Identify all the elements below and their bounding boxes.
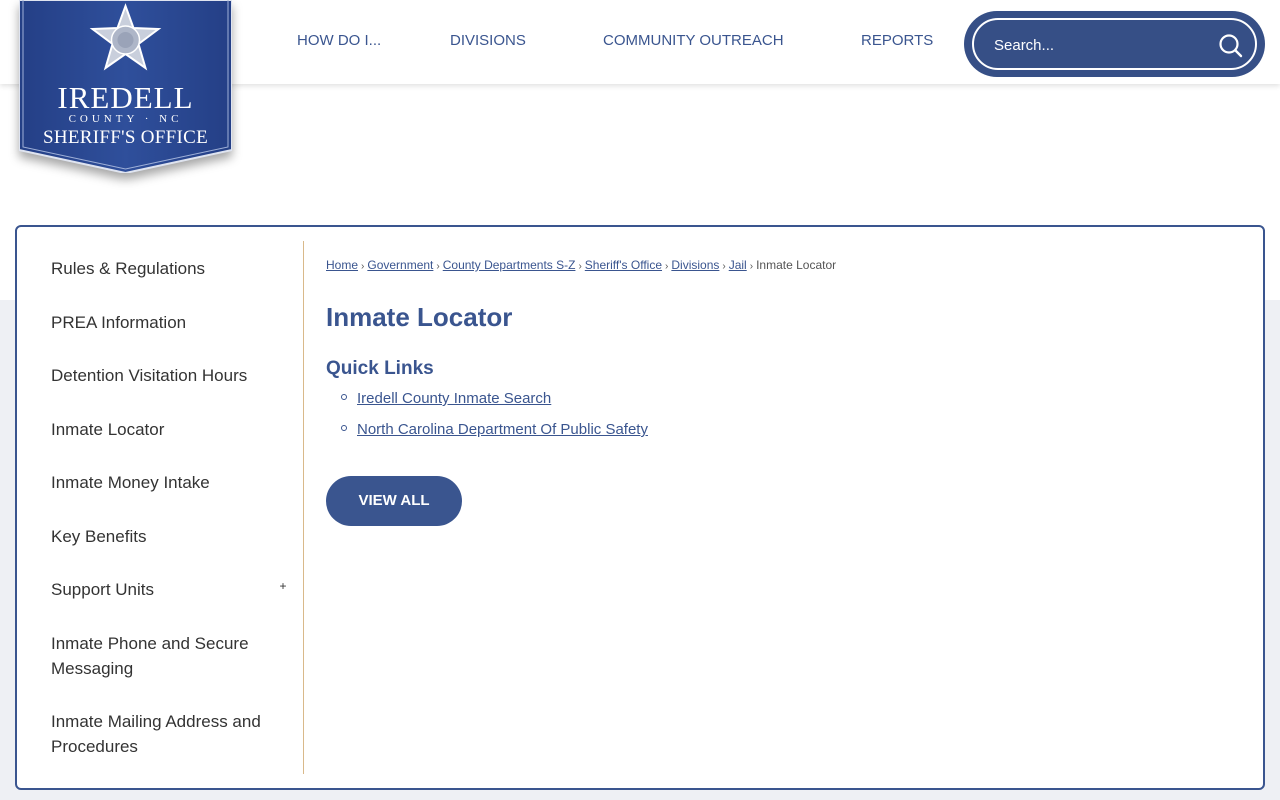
sidebar-item-rules-regulations[interactable]: Rules & Regulations — [51, 256, 261, 281]
breadcrumb-link-jail[interactable]: Jail — [729, 258, 747, 272]
quick-link-inmate-search[interactable]: Iredell County Inmate Search — [357, 390, 551, 407]
nav-reports[interactable]: REPORTS — [861, 32, 933, 49]
breadcrumb-current: Inmate Locator — [756, 258, 837, 272]
breadcrumb-separator: › — [665, 261, 669, 272]
breadcrumb-separator: › — [361, 261, 365, 272]
search-field-frame — [972, 18, 1257, 70]
nav-how-do-i[interactable]: HOW DO I... — [297, 32, 381, 49]
sidebar-item-prea-information[interactable]: PREA Information — [51, 310, 261, 335]
breadcrumb-link-government[interactable]: Government — [367, 258, 433, 272]
nav-community-outreach[interactable]: COMMUNITY OUTREACH — [603, 32, 784, 49]
quick-links-heading: Quick Links — [326, 358, 434, 379]
sidebar-nav: Rules & Regulations PREA Information Det… — [17, 227, 305, 788]
view-all-button[interactable]: VIEW ALL — [326, 476, 462, 526]
sidebar-item-key-benefits[interactable]: Key Benefits — [51, 524, 261, 549]
list-bullet-icon — [341, 425, 347, 432]
search-input[interactable] — [994, 34, 1204, 56]
expand-toggle-icon[interactable]: + — [277, 579, 289, 593]
list-bullet-icon — [341, 394, 347, 401]
sidebar-item-mailing-address[interactable]: Inmate Mailing Address and Procedures — [51, 709, 261, 759]
breadcrumb-link-home[interactable]: Home — [326, 258, 358, 272]
breadcrumb-separator: › — [436, 261, 440, 272]
quick-link-item: North Carolina Department Of Public Safe… — [341, 421, 648, 438]
nav-divisions[interactable]: DIVISIONS — [450, 32, 526, 49]
content-card: Rules & Regulations PREA Information Det… — [15, 225, 1265, 790]
sidebar-item-phone-messaging[interactable]: Inmate Phone and Secure Messaging — [51, 631, 261, 681]
breadcrumb-link-sheriffs-office[interactable]: Sheriff's Office — [585, 258, 662, 272]
page-title: Inmate Locator — [326, 302, 513, 332]
sidebar-divider — [303, 241, 304, 774]
sidebar-item-visitation-hours[interactable]: Detention Visitation Hours — [51, 363, 261, 388]
logo-county-subtitle: COUNTY · NC — [68, 113, 183, 125]
breadcrumb-separator: › — [749, 261, 754, 272]
search-icon[interactable] — [1218, 33, 1244, 59]
search-box — [964, 11, 1265, 77]
sidebar-item-support-units[interactable]: Support Units — [51, 577, 261, 602]
quick-link-item: Iredell County Inmate Search — [341, 390, 551, 407]
sheriff-office-logo[interactable]: IREDELL COUNTY · NC SHERIFF'S OFFICE — [19, 0, 232, 173]
logo-office-name: SHERIFF'S OFFICE — [42, 127, 209, 148]
quick-link-nc-public-safety[interactable]: North Carolina Department Of Public Safe… — [357, 421, 648, 438]
breadcrumb-link-divisions[interactable]: Divisions — [671, 258, 719, 272]
breadcrumb-link-county-departments[interactable]: County Departments S-Z — [443, 258, 576, 272]
breadcrumb-separator: › — [722, 261, 726, 272]
logo-county-name: IREDELL — [57, 80, 194, 115]
breadcrumb-separator: › — [578, 261, 582, 272]
breadcrumb: Home › Government › County Departments S-Z › S… — [326, 258, 836, 272]
sidebar-item-inmate-locator[interactable]: Inmate Locator — [51, 417, 261, 442]
sidebar-item-money-intake[interactable]: Inmate Money Intake — [51, 470, 261, 495]
